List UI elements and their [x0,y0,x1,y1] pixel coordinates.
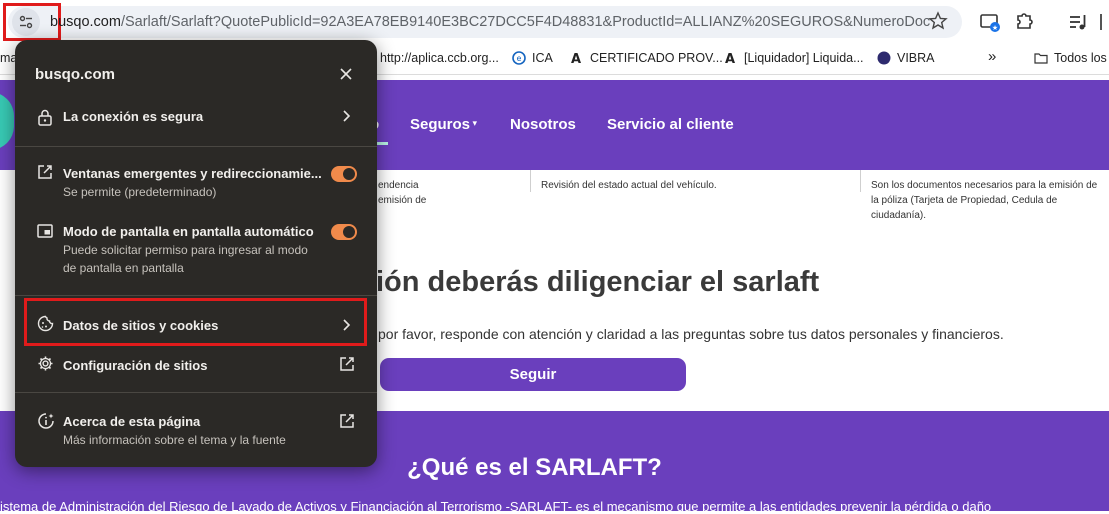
sarlaft-description: istema de Administración del Riesgo de L… [0,499,992,514]
popups-toggle[interactable] [331,166,357,182]
chevron-right-icon [343,110,351,122]
close-icon[interactable] [337,65,355,83]
media-queue-icon[interactable] [1066,10,1090,34]
page-title: ión deberás diligenciar el sarlaft [376,266,820,298]
nav-link-seguros[interactable]: Seguros ▾ [410,116,477,133]
seguir-button[interactable]: Seguir [380,358,686,391]
step-divider [860,170,861,192]
bookmark-item[interactable]: A [Liquidador] Liquida... [724,51,864,65]
svg-text:A: A [725,52,735,65]
page-subtitle: por favor, responde con atención y clari… [378,326,1004,342]
open-external-window-icon [38,165,52,179]
popup-separator [15,392,377,393]
bookmark-item[interactable]: VIBRA [877,51,935,65]
picture-in-picture-icon [37,224,53,238]
toolbar-edge-divider [1100,14,1102,30]
step-middle-text: Revisión del estado actual del vehículo. [541,180,717,191]
bookmark-item[interactable]: http://aplica.ccb.org... [380,51,499,65]
bookmark-item[interactable]: A CERTIFICADO PROV... [570,51,723,65]
popups-permission-row[interactable]: Ventanas emergentes y redireccionamie...… [15,158,377,204]
bookmark-item[interactable]: e ICA [512,51,553,65]
popup-separator [15,295,377,296]
about-page-row[interactable]: Acerca de esta página Más información so… [15,402,377,452]
bookmarks-overflow-button[interactable]: » [988,48,996,65]
all-bookmarks-folder[interactable]: Todos los [1034,51,1107,65]
url-path: /Sarlaft/Sarlaft?QuotePublicId=92A3EA78E… [120,14,930,30]
letter-a-icon: A [725,52,735,65]
step-left-text: endencia emisión de [378,180,427,206]
url-text[interactable]: busqo.com/Sarlaft/Sarlaft?QuotePublicId=… [50,14,930,30]
svg-text:★: ★ [992,24,998,32]
site-settings-row[interactable]: Configuración de sitios [15,346,377,382]
open-external-icon [340,414,354,428]
popup-site-title: busqo.com [35,66,116,83]
nav-link-nosotros[interactable]: Nosotros [510,116,576,133]
open-external-icon [340,357,354,371]
cast-screen-icon[interactable]: ★ [978,10,1002,34]
svg-text:e: e [517,54,522,63]
nav-link-servicio[interactable]: Servicio al cliente [607,116,734,133]
extensions-puzzle-icon[interactable] [1012,10,1036,34]
svg-text:A: A [571,52,581,65]
browser-toolbar: busqo.com/Sarlaft/Sarlaft?QuotePublicId=… [0,0,1109,44]
vibra-logo-icon [877,51,891,65]
lock-icon [38,109,52,126]
url-host: busqo.com [50,14,121,30]
popup-separator [15,146,377,147]
gear-icon [38,356,53,371]
step-divider [530,170,531,192]
step-right-text: Son los documentos necesarios para la em… [871,180,1098,221]
connection-secure-row[interactable]: La conexión es segura [15,98,377,134]
bookmark-star-icon[interactable] [928,11,948,31]
folder-icon [1034,53,1048,64]
letter-a-icon: A [571,52,581,65]
about-info-icon [38,413,54,429]
dropdown-caret-icon: ▾ [470,118,478,128]
pip-toggle[interactable] [331,224,357,240]
highlight-cookies-row [24,298,367,346]
site-info-popup: busqo.com La conexión es segura Ventanas… [15,40,377,467]
ica-logo-icon: e [512,51,526,65]
pip-permission-row[interactable]: Modo de pantalla en pantalla automático … [15,216,377,278]
